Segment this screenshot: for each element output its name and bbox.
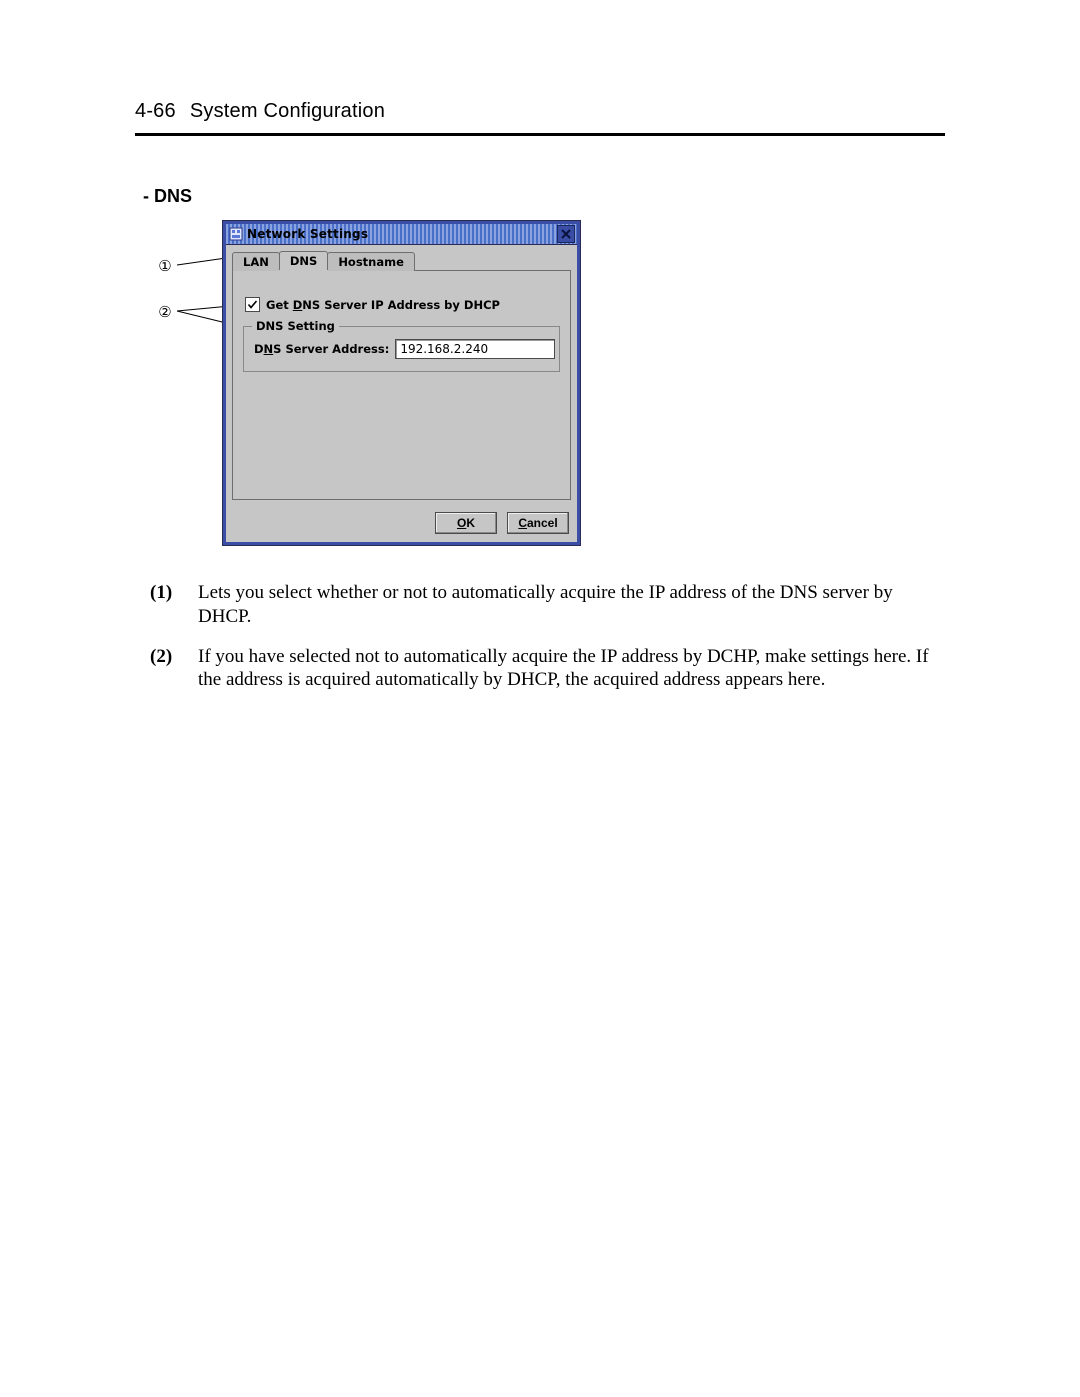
network-settings-dialog: Network Settings LAN DNS Hostname [223,221,580,545]
note-1: (1) Lets you select whether or not to au… [150,581,945,629]
dhcp-label-pre: Get [266,298,293,312]
dhcp-label-post: NS Server IP Address by DHCP [302,298,500,312]
tab-dns[interactable]: DNS [279,251,328,270]
dhcp-checkbox[interactable] [245,297,260,312]
close-button[interactable] [557,225,575,243]
tab-lan[interactable]: LAN [232,252,280,271]
page-header: 4-66 System Configuration [135,100,945,123]
dns-server-row: DNS Server Address: [254,339,549,359]
notes-list: (1) Lets you select whether or not to au… [135,581,945,692]
tab-hostname[interactable]: Hostname [327,252,415,271]
cancel-button[interactable]: Cancel [507,512,569,534]
note-2: (2) If you have selected not to automati… [150,645,945,693]
dhcp-checkbox-row[interactable]: Get DNS Server IP Address by DHCP [245,297,560,312]
page-number: 4-66 [135,100,176,122]
dns-setting-legend: DNS Setting [252,319,339,333]
dns-setting-group: DNS Setting DNS Server Address: [243,326,560,372]
titlebar[interactable]: Network Settings [226,224,577,245]
section-heading: - DNS [143,186,945,207]
dns-label-post: S Server Address: [273,342,389,356]
dns-server-label: DNS Server Address: [254,342,389,356]
ok-mn: O [457,516,466,530]
cancel-post: ancel [527,516,558,530]
ok-button[interactable]: OK [435,512,497,534]
tab-panel-dns: Get DNS Server IP Address by DHCP DNS Se… [232,270,571,500]
tabs: LAN DNS Hostname [226,245,577,270]
ok-post: K [466,516,475,530]
note-2-marker: (2) [150,645,180,693]
dns-label-pre: D [254,342,264,356]
note-1-marker: (1) [150,581,180,629]
dns-server-input[interactable] [395,339,555,359]
dialog-client: LAN DNS Hostname Get DNS Server IP Addre… [226,245,577,542]
dhcp-label-mn: D [293,298,303,312]
header-rule [135,133,945,136]
dhcp-checkbox-label: Get DNS Server IP Address by DHCP [266,298,500,312]
callout-2: ② [155,303,175,321]
note-2-body: If you have selected not to automaticall… [198,645,945,693]
figure: ① ② Network Settings [143,221,953,551]
page: 4-66 System Configuration - DNS ① ② [0,0,1080,1397]
checkmark-icon [247,299,258,310]
dns-label-mn: N [264,342,274,356]
button-bar: OK Cancel [226,506,577,542]
cancel-mn: C [518,516,527,530]
page-title: System Configuration [190,100,385,122]
app-icon [229,227,243,241]
dialog-title: Network Settings [247,227,557,241]
close-icon [561,229,571,239]
callout-1: ① [155,257,175,275]
note-1-body: Lets you select whether or not to automa… [198,581,945,629]
